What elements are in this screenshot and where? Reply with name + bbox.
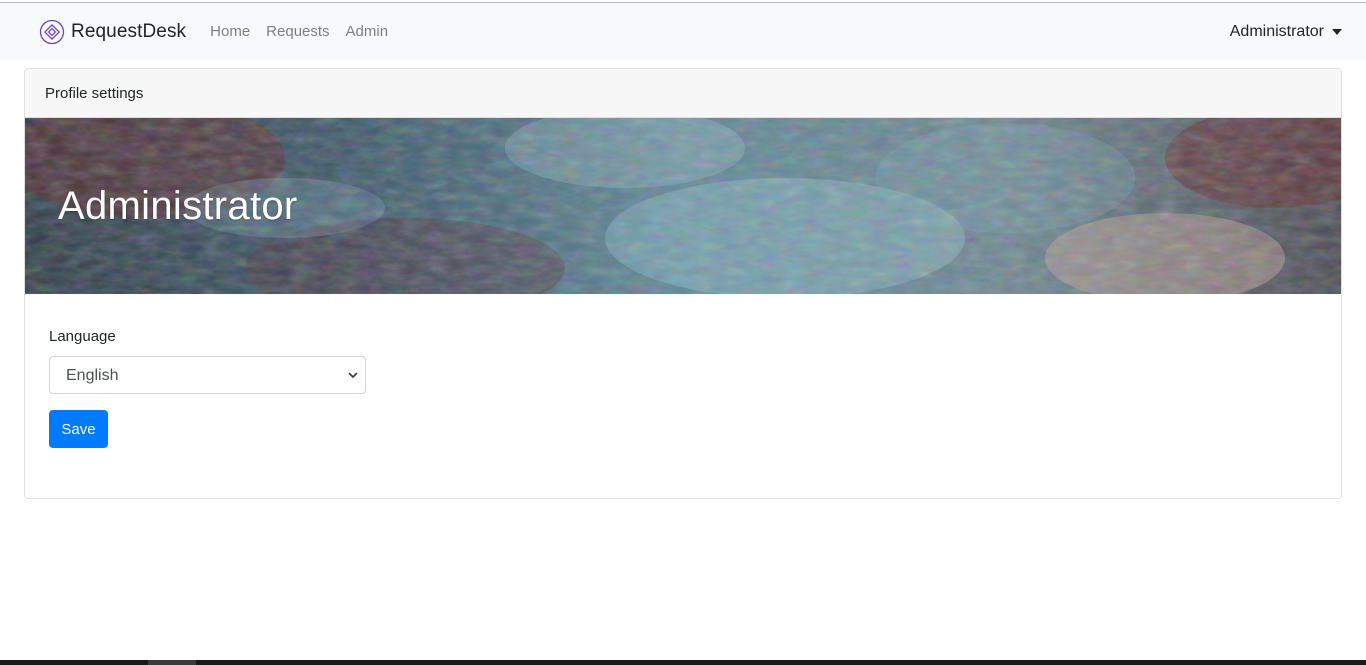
chevron-down-icon — [348, 372, 358, 378]
profile-banner: Administrator — [25, 118, 1341, 294]
taskbar-segment — [148, 660, 196, 665]
caret-down-icon — [1332, 29, 1342, 35]
nav-link-requests[interactable]: Requests — [258, 23, 337, 40]
card-header: Profile settings — [25, 69, 1341, 118]
user-menu-dropdown[interactable]: Administrator — [1230, 3, 1342, 60]
nav-link-home[interactable]: Home — [202, 23, 258, 40]
taskbar-edge — [0, 660, 1366, 665]
brand-link[interactable]: RequestDesk — [39, 19, 186, 45]
language-select-value: English — [66, 367, 119, 384]
card-body: Language English Save — [25, 294, 1341, 448]
banner-user-name: Administrator — [58, 184, 298, 228]
navbar: RequestDesk Home Requests Admin Administ… — [0, 3, 1366, 60]
diamond-logo-icon — [39, 19, 65, 44]
save-button[interactable]: Save — [49, 410, 108, 448]
profile-settings-card: Profile settings Administrator Language … — [24, 68, 1342, 499]
nav-link-admin[interactable]: Admin — [338, 23, 397, 40]
language-select[interactable]: English — [49, 356, 366, 394]
language-label: Language — [49, 328, 116, 345]
nav-links: Home Requests Admin — [202, 23, 396, 40]
user-menu-label: Administrator — [1229, 22, 1324, 40]
brand-name: RequestDesk — [71, 20, 187, 42]
